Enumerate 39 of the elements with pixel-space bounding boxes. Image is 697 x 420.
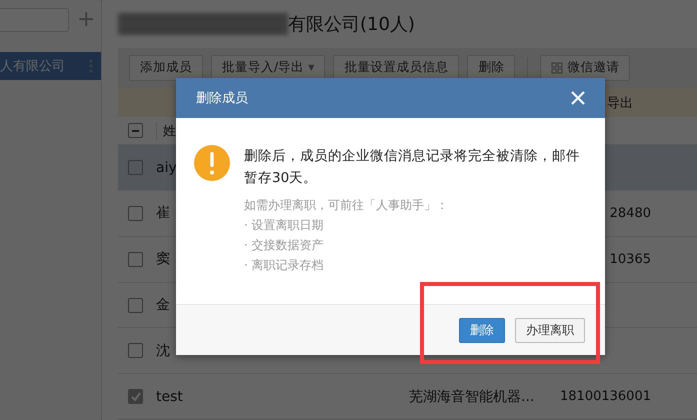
- row-checkbox[interactable]: [128, 252, 143, 267]
- toolbar-button[interactable]: 添加成员: [129, 54, 203, 81]
- step-item: · 离职记录存档: [244, 257, 325, 274]
- warning-icon: [194, 145, 230, 181]
- grid-icon: [551, 62, 564, 74]
- table-cell: 芜湖海音智能机器...: [409, 388, 534, 405]
- table-cell: 18100136001: [560, 389, 651, 404]
- add-button[interactable]: +: [77, 9, 96, 31]
- department-name: 人有限公司: [0, 58, 65, 75]
- delete-button[interactable]: 删除: [459, 318, 505, 342]
- step-item: · 交接数据资产: [244, 237, 325, 254]
- row-checkbox[interactable]: [128, 298, 143, 313]
- close-icon[interactable]: [571, 91, 585, 105]
- row-checkbox[interactable]: [128, 343, 143, 358]
- offboard-button[interactable]: 办理离职: [515, 318, 585, 342]
- table-cell: 金: [156, 297, 170, 314]
- step-item: · 设置离职日期: [244, 217, 325, 234]
- hint-text: 如需办理离职，可前往「人事助手」：: [244, 197, 449, 214]
- warning-message: 删除后，成员的企业微信消息记录将完全被清除，邮件暂存30天。: [244, 147, 581, 188]
- banner-text: 导出: [607, 94, 633, 112]
- table-cell: aiy: [156, 160, 177, 176]
- table-row[interactable]: test 芜湖海音智能机器... 18100136001: [118, 374, 697, 420]
- sidebar-item[interactable]: 人有限公司: [0, 52, 101, 80]
- dialog-title: 删除成员: [196, 90, 248, 107]
- table-cell: 10365: [610, 252, 651, 267]
- row-checkbox[interactable]: [128, 206, 143, 221]
- toolbar-button[interactable]: 删除: [467, 54, 516, 81]
- dropdown-button[interactable]: 批量导入/导出 ▼: [211, 54, 326, 81]
- table-cell: 窦: [156, 251, 170, 268]
- toolbar-button[interactable]: 批量设置成员信息: [333, 54, 460, 81]
- table-cell: test: [156, 388, 183, 405]
- table-cell: 崔: [156, 205, 170, 222]
- invite-button[interactable]: 微信邀请: [540, 54, 630, 81]
- row-checkbox[interactable]: [128, 160, 143, 176]
- table-cell: 28480: [610, 206, 651, 221]
- table-cell: 沈: [156, 342, 170, 359]
- row-checkbox[interactable]: [128, 389, 143, 404]
- select-all-checkbox[interactable]: [128, 123, 143, 138]
- page-title: 有限公司(10人): [288, 12, 415, 36]
